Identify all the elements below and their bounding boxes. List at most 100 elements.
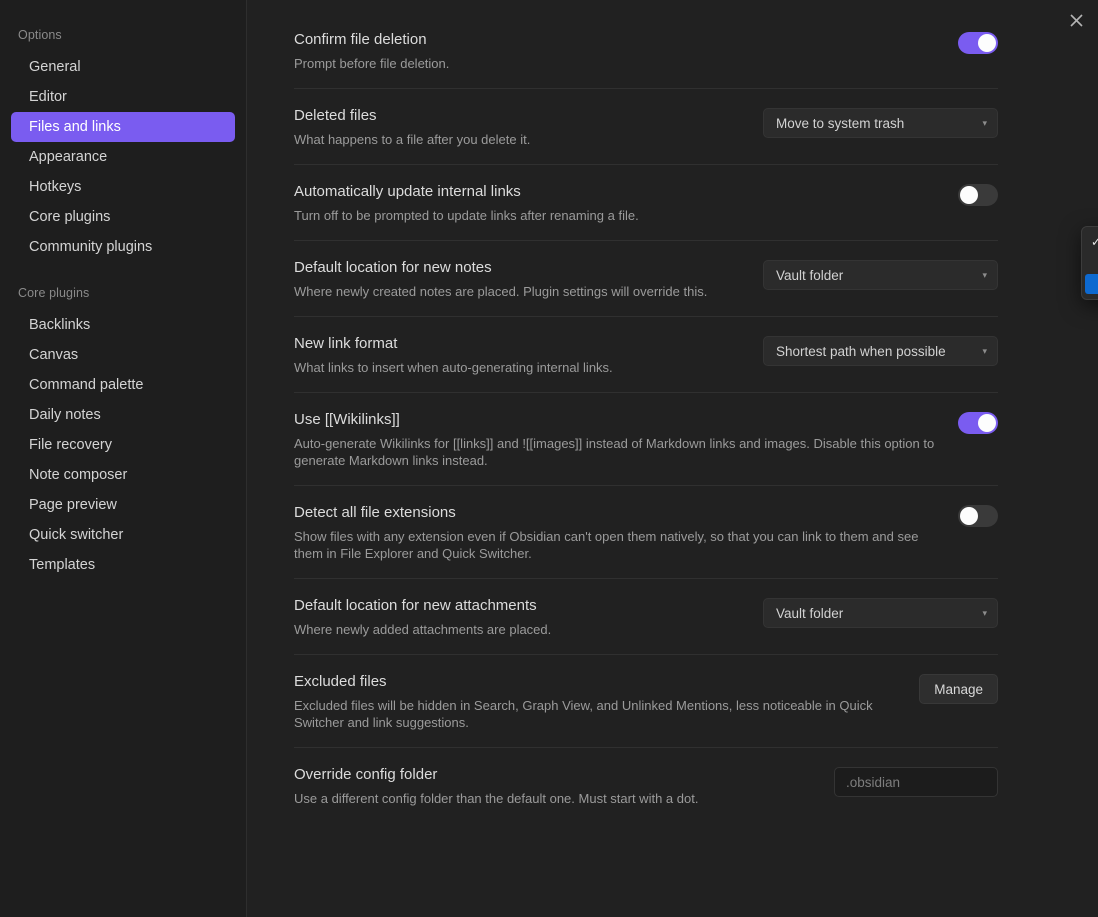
setting-info: Use [[Wikilinks]] Auto-generate Wikilink… xyxy=(294,410,940,469)
dropdown-default-location-new-notes[interactable]: Vault folder ▾ xyxy=(763,260,998,290)
setting-description: What links to insert when auto-generatin… xyxy=(294,360,613,375)
setting-description: Auto-generate Wikilinks for [[links]] an… xyxy=(294,436,935,468)
setting-title: Default location for new notes xyxy=(294,259,492,276)
sidebar-group-title-options: Options xyxy=(18,28,62,42)
setting-control xyxy=(958,410,998,434)
setting-info: Detect all file extensions Show files wi… xyxy=(294,503,940,562)
sidebar-item-editor[interactable]: Editor xyxy=(11,82,235,112)
dropdown-deleted-files[interactable]: Move to system trash ▾ xyxy=(763,108,998,138)
setting-row-default-location-new-attachments: Default location for new attachments Whe… xyxy=(294,578,998,654)
chevron-down-icon: ▾ xyxy=(982,607,987,618)
sidebar-group-core-plugins: Core plugins Backlinks Canvas Command pa… xyxy=(0,286,246,580)
setting-control xyxy=(958,30,998,54)
override-config-folder-input[interactable] xyxy=(834,767,998,797)
setting-control: Shortest path when possible ▾ xyxy=(763,334,998,366)
setting-description: Turn off to be prompted to update links … xyxy=(294,208,639,223)
sidebar-item-command-palette[interactable]: Command palette xyxy=(11,370,235,400)
toggle-knob xyxy=(960,186,978,204)
sidebar-group-title-core-plugins: Core plugins xyxy=(18,286,90,300)
setting-description: Excluded files will be hidden in Search,… xyxy=(294,698,873,730)
setting-info: Default location for new attachments Whe… xyxy=(294,596,745,638)
check-icon: ✓ xyxy=(1091,235,1098,249)
setting-control: Vault folder ▾ xyxy=(763,258,998,290)
settings-sidebar: Options General Editor Files and links A… xyxy=(0,0,247,917)
settings-main-pane: Confirm file deletion Prompt before file… xyxy=(247,0,1098,917)
sidebar-item-community-plugins[interactable]: Community plugins xyxy=(11,232,235,262)
setting-title: Automatically update internal links xyxy=(294,183,521,200)
toggle-use-wikilinks[interactable] xyxy=(958,412,998,434)
sidebar-item-backlinks[interactable]: Backlinks xyxy=(11,310,235,340)
toggle-auto-update-internal-links[interactable] xyxy=(958,184,998,206)
sidebar-item-canvas[interactable]: Canvas xyxy=(11,340,235,370)
setting-row-auto-update-internal-links: Automatically update internal links Turn… xyxy=(294,164,998,240)
setting-info: Excluded files Excluded files will be hi… xyxy=(294,672,901,731)
setting-description: Where newly created notes are placed. Pl… xyxy=(294,284,708,299)
setting-info: Default location for new notes Where new… xyxy=(294,258,745,300)
setting-title: Override config folder xyxy=(294,766,438,783)
chevron-down-icon: ▾ xyxy=(982,117,987,128)
select-option-in-the-folder-specified-below[interactable]: In the folder specified below xyxy=(1085,274,1098,294)
sidebar-group-options: Options General Editor Files and links A… xyxy=(0,28,246,262)
setting-description: What happens to a file after you delete … xyxy=(294,132,531,147)
setting-info: Automatically update internal links Turn… xyxy=(294,182,940,224)
settings-rows: Confirm file deletion Prompt before file… xyxy=(247,0,1048,823)
close-icon[interactable] xyxy=(1064,8,1088,32)
select-option-vault-folder[interactable]: ✓ Vault folder xyxy=(1085,232,1098,252)
sidebar-item-quick-switcher[interactable]: Quick switcher xyxy=(11,520,235,550)
dropdown-value: Shortest path when possible xyxy=(776,343,946,359)
setting-control xyxy=(834,765,998,797)
sidebar-item-files-and-links[interactable]: Files and links xyxy=(11,112,235,142)
setting-title: Default location for new attachments xyxy=(294,597,537,614)
setting-info: Confirm file deletion Prompt before file… xyxy=(294,30,940,72)
setting-row-default-location-new-notes: Default location for new notes Where new… xyxy=(294,240,998,316)
chevron-down-icon: ▾ xyxy=(982,269,987,280)
setting-row-detect-all-file-extensions: Detect all file extensions Show files wi… xyxy=(294,485,998,578)
setting-title: New link format xyxy=(294,335,398,352)
setting-row-deleted-files: Deleted files What happens to a file aft… xyxy=(294,88,998,164)
manage-excluded-files-button[interactable]: Manage xyxy=(919,674,998,704)
sidebar-item-file-recovery[interactable]: File recovery xyxy=(11,430,235,460)
toggle-knob xyxy=(978,34,996,52)
toggle-confirm-file-deletion[interactable] xyxy=(958,32,998,54)
setting-row-override-config-folder: Override config folder Use a different c… xyxy=(294,747,998,823)
setting-title: Confirm file deletion xyxy=(294,31,427,48)
setting-row-excluded-files: Excluded files Excluded files will be hi… xyxy=(294,654,998,747)
setting-control: Manage xyxy=(919,672,998,704)
setting-info: Override config folder Use a different c… xyxy=(294,765,816,807)
sidebar-group-spacer xyxy=(0,262,246,286)
setting-title: Use [[Wikilinks]] xyxy=(294,411,400,428)
toggle-detect-all-file-extensions[interactable] xyxy=(958,505,998,527)
setting-control xyxy=(958,503,998,527)
dropdown-new-link-format[interactable]: Shortest path when possible ▾ xyxy=(763,336,998,366)
setting-description: Prompt before file deletion. xyxy=(294,56,450,71)
sidebar-item-general[interactable]: General xyxy=(11,52,235,82)
setting-control: Move to system trash ▾ xyxy=(763,106,998,138)
dropdown-value: Vault folder xyxy=(776,267,844,283)
settings-modal: Options General Editor Files and links A… xyxy=(0,0,1098,917)
sidebar-item-daily-notes[interactable]: Daily notes xyxy=(11,400,235,430)
setting-title: Excluded files xyxy=(294,673,387,690)
setting-control xyxy=(958,182,998,206)
chevron-down-icon: ▾ xyxy=(982,345,987,356)
toggle-knob xyxy=(960,507,978,525)
sidebar-item-page-preview[interactable]: Page preview xyxy=(11,490,235,520)
sidebar-item-templates[interactable]: Templates xyxy=(11,550,235,580)
toggle-knob xyxy=(978,414,996,432)
setting-row-use-wikilinks: Use [[Wikilinks]] Auto-generate Wikilink… xyxy=(294,392,998,485)
setting-row-confirm-file-deletion: Confirm file deletion Prompt before file… xyxy=(294,22,998,88)
sidebar-item-hotkeys[interactable]: Hotkeys xyxy=(11,172,235,202)
select-option-same-folder-as-current-file[interactable]: Same folder as current file xyxy=(1085,253,1098,273)
dropdown-default-location-new-attachments[interactable]: Vault folder ▾ xyxy=(763,598,998,628)
sidebar-item-core-plugins[interactable]: Core plugins xyxy=(11,202,235,232)
dropdown-value: Move to system trash xyxy=(776,115,905,131)
setting-title: Detect all file extensions xyxy=(294,504,456,521)
sidebar-item-appearance[interactable]: Appearance xyxy=(11,142,235,172)
setting-title: Deleted files xyxy=(294,107,377,124)
setting-info: New link format What links to insert whe… xyxy=(294,334,745,376)
setting-row-new-link-format: New link format What links to insert whe… xyxy=(294,316,998,392)
setting-description: Use a different config folder than the d… xyxy=(294,791,699,806)
setting-description: Where newly added attachments are placed… xyxy=(294,622,552,637)
sidebar-item-note-composer[interactable]: Note composer xyxy=(11,460,235,490)
open-select-dropdown-menu: ✓ Vault folder Same folder as current fi… xyxy=(1081,226,1098,300)
dropdown-value: Vault folder xyxy=(776,605,844,621)
